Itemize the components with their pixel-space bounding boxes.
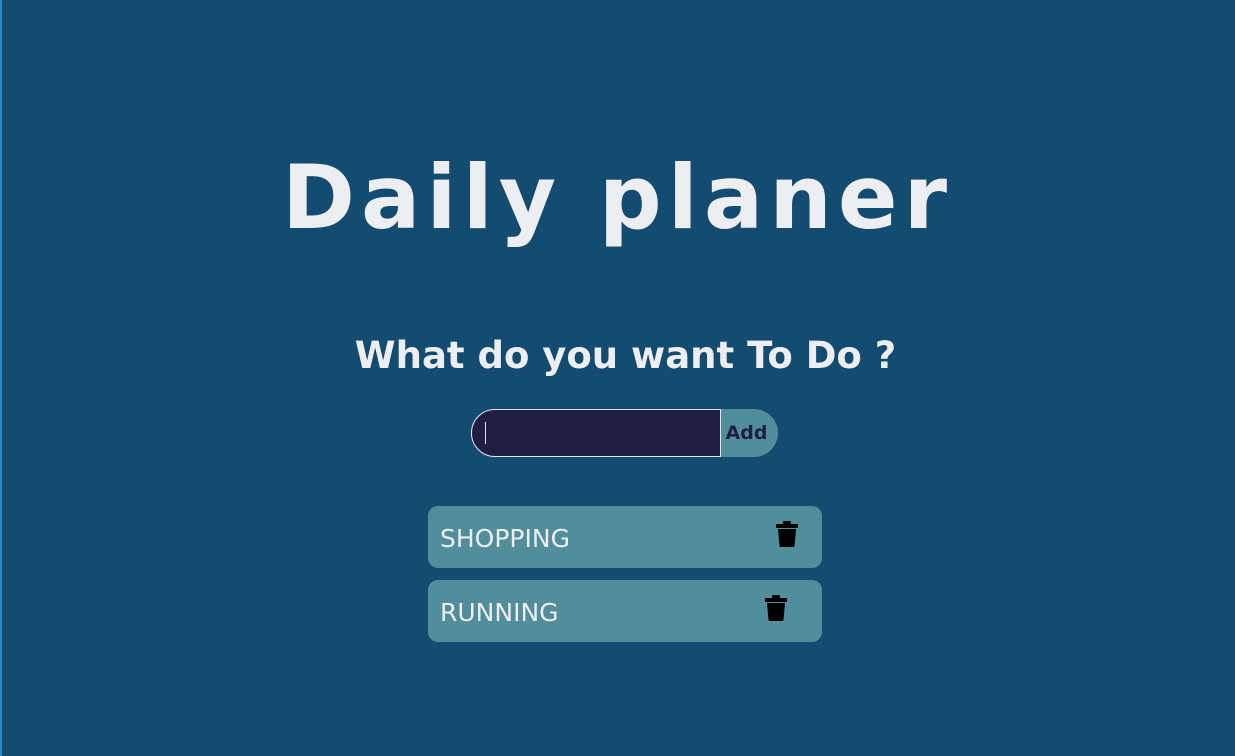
todo-item: RUNNING	[428, 580, 822, 642]
task-input[interactable]	[471, 409, 721, 457]
trash-icon[interactable]	[775, 520, 799, 548]
add-button[interactable]: Add	[721, 409, 778, 457]
page-subtitle: What do you want To Do ?	[354, 334, 897, 377]
trash-icon[interactable]	[764, 594, 788, 622]
todo-list: SHOPPING RUNNING	[428, 506, 822, 654]
window-edge	[0, 0, 2, 756]
text-caret	[485, 422, 486, 444]
app-page: Daily planer What do you want To Do ? Ad…	[0, 0, 1235, 756]
page-title: Daily planer	[281, 146, 954, 249]
add-task-form: Add	[471, 409, 778, 457]
todo-label: SHOPPING	[440, 524, 570, 553]
todo-item: SHOPPING	[428, 506, 822, 568]
todo-label: RUNNING	[440, 598, 559, 627]
